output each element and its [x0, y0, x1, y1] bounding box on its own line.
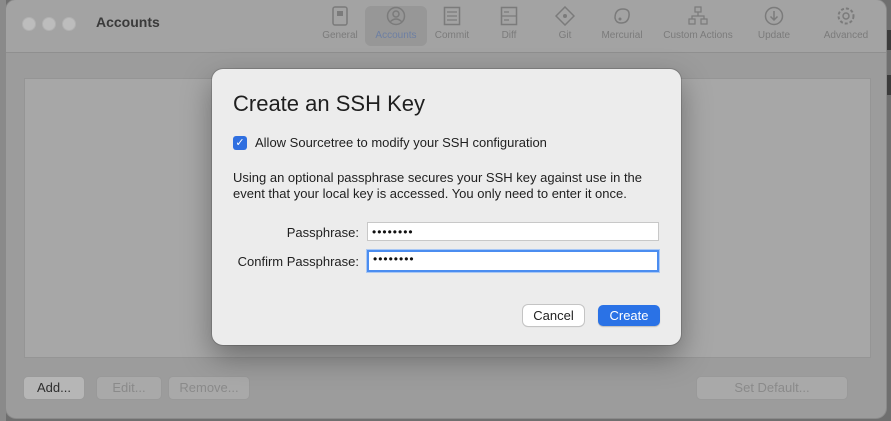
dialog-title: Create an SSH Key [233, 91, 425, 116]
toolbar-tab-label: Custom Actions [663, 30, 733, 41]
modify-ssh-config-label[interactable]: Allow Sourcetree to modify your SSH conf… [255, 135, 547, 150]
toolbar-tab-mercurial[interactable]: Mercurial [591, 6, 653, 46]
diff-icon [498, 6, 520, 26]
passphrase-label: Passphrase: [286, 225, 359, 240]
toolbar-tab-label: Diff [501, 30, 517, 41]
modify-ssh-config-checkbox[interactable]: ✓ [233, 136, 247, 150]
edit-account-button[interactable]: Edit... [96, 376, 162, 400]
window-title: Accounts [96, 14, 160, 30]
confirm-passphrase-input[interactable]: •••••••• [367, 250, 659, 272]
toolbar-tab-advanced[interactable]: Advanced [812, 6, 880, 46]
mercurial-icon [611, 6, 633, 26]
create-ssh-key-dialog: Create an SSH Key ✓ Allow Sourcetree to … [212, 69, 681, 345]
create-button[interactable]: Create [598, 305, 660, 326]
update-icon [763, 6, 785, 26]
toolbar-tab-label: Mercurial [601, 30, 643, 41]
toolbar-tab-diff[interactable]: Diff [478, 6, 540, 46]
window-titlebar: Accounts General Accounts Commit Diff Gi… [6, 0, 886, 53]
minimize-window-button[interactable] [42, 17, 56, 31]
toolbar-tab-label: Git [558, 30, 572, 41]
toolbar-tab-accounts[interactable]: Accounts [365, 6, 427, 46]
zoom-window-button[interactable] [62, 17, 76, 31]
git-icon [554, 5, 576, 27]
general-icon [329, 6, 351, 26]
custom-actions-icon [687, 6, 709, 26]
toolbar-tab-label: Update [757, 30, 791, 41]
toolbar-tab-label: Advanced [823, 30, 869, 41]
confirm-passphrase-label: Confirm Passphrase: [237, 254, 359, 269]
close-window-button[interactable] [22, 17, 36, 31]
passphrase-input[interactable]: •••••••• [367, 222, 659, 241]
toolbar-tab-label: Accounts [375, 30, 417, 41]
toolbar-tab-general[interactable]: General [309, 6, 371, 46]
cancel-button[interactable]: Cancel [523, 305, 584, 326]
toolbar-tab-commit[interactable]: Commit [421, 6, 483, 46]
remove-account-button[interactable]: Remove... [168, 376, 250, 400]
add-account-button[interactable]: Add... [23, 376, 85, 400]
set-default-button[interactable]: Set Default... [696, 376, 848, 400]
toolbar-tab-label: General [322, 30, 358, 41]
commit-icon [441, 6, 463, 26]
toolbar-tab-update[interactable]: Update [746, 6, 802, 46]
person-icon [385, 6, 407, 26]
window-edge-marker [887, 30, 891, 50]
toolbar-tab-custom-actions[interactable]: Custom Actions [656, 6, 740, 46]
gear-icon [835, 6, 857, 26]
dialog-description: Using an optional passphrase secures you… [233, 170, 643, 201]
toolbar-tab-label: Commit [434, 30, 470, 41]
window-edge-marker [887, 75, 891, 95]
toolbar-tab-git[interactable]: Git [534, 5, 596, 46]
